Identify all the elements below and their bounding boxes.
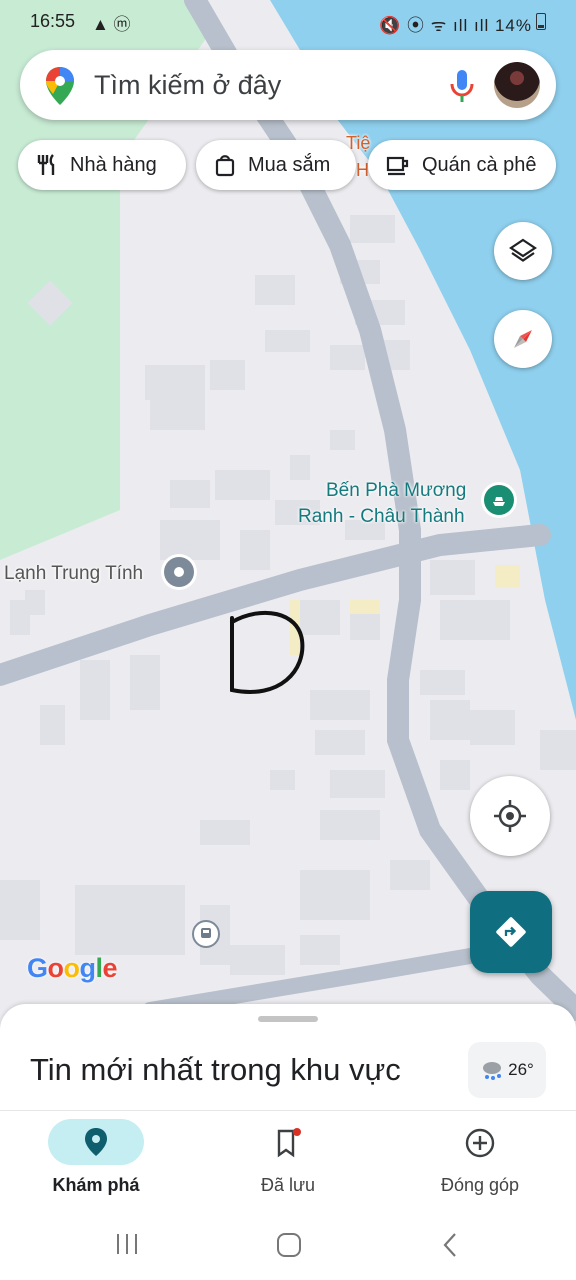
ferry-label-line1[interactable]: Bến Phà Mương: [326, 480, 466, 502]
bus-stop-icon[interactable]: [192, 920, 220, 948]
chip-coffee-label: Quán cà phê: [422, 153, 537, 176]
chip-shopping-label: Mua sắm: [248, 153, 331, 176]
nav-saved-label: Đã lưu: [260, 1175, 316, 1195]
nav-explore[interactable]: Khám phá: [0, 1111, 192, 1209]
chip-shopping[interactable]: Mua sắm: [196, 140, 356, 190]
status-bar: 16:55 ▲ ⓜ 🔇 ⦿ ᯤ ıll ıll 14%: [0, 0, 576, 42]
bottom-nav: Khám phá Đã lưu Đóng góp: [0, 1110, 576, 1209]
directions-button[interactable]: [470, 891, 552, 973]
battery-icon: [536, 13, 546, 30]
place-label[interactable]: Lạnh Trung Tính: [4, 563, 143, 585]
status-right-icons: 🔇 ⦿ ᯤ ıll ıll 14%: [379, 16, 532, 35]
bookmark-icon: [277, 1128, 301, 1158]
sheet-title: Tin mới nhất trong khu vực: [30, 1052, 401, 1087]
bottom-sheet[interactable]: Tin mới nhất trong khu vực 26°: [0, 1004, 576, 1124]
coffee-icon: [386, 153, 410, 177]
maps-logo-icon: [44, 66, 76, 111]
add-circle-icon: [465, 1128, 495, 1158]
google-logo: Google: [27, 953, 118, 983]
weather-icon: [483, 1062, 502, 1080]
status-time: 16:55: [30, 11, 76, 31]
layers-button[interactable]: [494, 222, 552, 280]
home-icon[interactable]: [276, 1232, 302, 1258]
restaurant-icon: [36, 153, 58, 177]
shopping-bag-icon: [214, 153, 236, 177]
search-bar[interactable]: Tìm kiếm ở đây: [20, 50, 556, 120]
account-avatar[interactable]: [494, 62, 540, 108]
explore-pin-icon: [85, 1128, 107, 1156]
place-pin-icon[interactable]: [164, 557, 194, 587]
back-icon[interactable]: [440, 1232, 460, 1258]
chip-coffee[interactable]: Quán cà phê: [368, 140, 556, 190]
weather-temp: 26°: [508, 1060, 534, 1079]
my-location-button[interactable]: [470, 776, 550, 856]
chip-restaurant[interactable]: Nhà hàng: [18, 140, 186, 190]
compass-icon: [514, 330, 532, 348]
mic-icon[interactable]: [448, 68, 476, 109]
nav-explore-label: Khám phá: [52, 1175, 140, 1195]
recent-apps-icon[interactable]: [114, 1232, 140, 1256]
system-nav-bar: [0, 1208, 576, 1280]
status-notification-icons: ▲ ⓜ: [92, 15, 131, 34]
layers-icon: [509, 238, 537, 262]
ferry-label-line2[interactable]: Ranh - Châu Thành: [298, 506, 465, 528]
nav-contribute-label: Đóng góp: [440, 1175, 520, 1195]
directions-icon: [496, 917, 526, 947]
chip-restaurant-label: Nhà hàng: [70, 153, 157, 176]
nav-contribute[interactable]: Đóng góp: [384, 1111, 576, 1209]
battery-percent: 14%: [494, 16, 532, 35]
my-location-icon: [494, 800, 526, 832]
search-input[interactable]: Tìm kiếm ở đây: [94, 70, 281, 101]
sheet-handle[interactable]: [258, 1016, 318, 1022]
nav-saved[interactable]: Đã lưu: [192, 1111, 384, 1209]
ferry-pin-icon[interactable]: [484, 485, 514, 515]
weather-badge[interactable]: 26°: [468, 1042, 546, 1098]
compass-button[interactable]: [494, 310, 552, 368]
